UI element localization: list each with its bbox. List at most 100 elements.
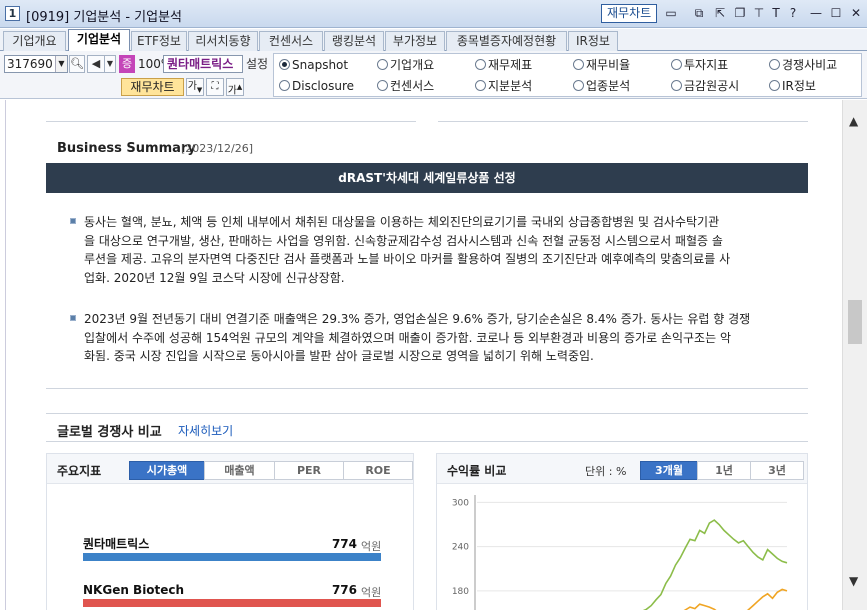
company-name-field[interactable]: 퀀타매트릭스 [163,55,243,73]
minimize-icon[interactable]: — [809,6,823,20]
font-icon[interactable]: T [769,6,783,20]
radio-dot-icon [475,59,486,70]
business-summary-title: Business Summary [57,141,196,156]
radio-company-overview[interactable]: 기업개요 [377,58,434,72]
link-icon[interactable]: ⧉ [692,6,706,20]
radio-label: IR정보 [782,79,816,93]
y-tick-label: 180 [452,587,469,597]
help-icon[interactable]: ? [786,6,800,20]
period-3m[interactable]: 3개월 [640,461,698,480]
radio-label: 재무제표 [488,58,533,72]
tab-ir-info[interactable]: IR정보 [568,31,618,51]
divider [46,441,808,442]
radio-industry-analysis[interactable]: 업종분석 [573,79,630,93]
radio-label: 기업개요 [390,58,435,72]
radio-disclosure[interactable]: Disclosure [279,79,354,93]
scroll-up-icon[interactable]: ▲ [849,114,858,128]
chart-icon[interactable]: ▭ [664,6,678,20]
speaker-dropdown-icon[interactable]: ▼ [104,55,116,73]
radio-financial-ratios[interactable]: 재무비율 [573,58,630,72]
summary-line: 동사는 혈액, 분뇨, 체액 등 인체 내부에서 채취된 대상물을 이용하는 체… [84,215,720,229]
settings-button[interactable]: 설정 [246,55,268,73]
radio-label: 재무비율 [586,58,631,72]
maximize-icon[interactable]: ☐ [829,6,843,20]
radio-ir-info[interactable]: IR정보 [769,79,816,93]
font-size-down-label: 가 [187,81,197,92]
radio-competitor-comparison[interactable]: 경쟁사비교 [769,58,837,72]
summary-line: 업화. 2020년 12월 9일 코스닥 시장에 신규상장함. [84,270,345,285]
window-number-badge: 1 [5,6,20,21]
close-icon[interactable]: ✕ [849,6,863,20]
summary-paragraph-2: 2023년 9월 전년동기 대비 연결기준 매출액은 29.3% 증가, 영업손… [84,310,784,366]
tab-research[interactable]: 리서치동향 [188,31,258,51]
divider [46,121,416,122]
radio-label: 업종분석 [586,79,631,93]
global-comparison-title: 글로벌 경쟁사 비교 [57,425,162,440]
fin-chart-title-button[interactable]: 재무차트 [601,4,658,23]
summary-line: 2023년 9월 전년동기 대비 연결기준 매출액은 29.3% 증가, 영업손… [84,312,751,326]
radio-investment-indicators[interactable]: 투자지표 [671,58,728,72]
radio-dot-icon [279,80,290,91]
window-title: [0919] 기업분석 - 기업분석 [26,10,182,25]
radio-consensus[interactable]: 컨센서스 [377,79,434,93]
radio-snapshot[interactable]: Snapshot [279,58,348,72]
divider [438,121,808,122]
period-1y[interactable]: 1년 [697,461,751,480]
bullet-icon [70,218,76,224]
tab-etf-info[interactable]: ETF정보 [131,31,187,51]
radio-ownership[interactable]: 지분분석 [475,79,532,93]
company-name: 퀀타매트릭스 [83,537,150,551]
bullet-icon [70,315,76,321]
radio-label: 투자지표 [684,58,729,72]
tab-market-cap[interactable]: 시가총액 [129,461,205,480]
scroll-thumb[interactable] [848,300,862,344]
market-cap-bar [83,553,381,561]
stock-code-input[interactable]: 317690 ▼ [4,55,68,73]
scroll-down-icon[interactable]: ▼ [849,574,858,588]
tab-capital-increase[interactable]: 종목별증자예정현황 [446,31,567,51]
speaker-icon[interactable]: ◀ [87,55,105,73]
see-details-link[interactable]: 자세히보기 [178,422,233,439]
chevron-down-icon[interactable]: ▼ [55,56,67,72]
fit-window-icon[interactable]: ⛶ [206,78,224,96]
key-indicators-label: 주요지표 [57,464,102,478]
popout-icon[interactable]: ⇱ [713,6,727,20]
tab-ranking[interactable]: 랭킹분석 [324,31,384,51]
restore-icon[interactable]: ❐ [733,6,747,20]
vertical-scrollbar[interactable]: ▲ ▼ [842,100,867,610]
summary-line: 입찰에서 수주에 성공해 154억원 규모의 계약을 체결하였으며 매출이 증가… [84,330,731,345]
tab-company-analysis[interactable]: 기업분석 [68,29,130,51]
radio-label: Snapshot [292,58,349,72]
font-size-up-button[interactable]: 가▲ [226,78,244,96]
return-comparison-panel: 수익률 비교 단위 : % 3개월 1년 3년 300 240 180 [436,453,808,610]
radio-dot-icon [769,80,780,91]
summary-line: 루션을 제공. 고유의 분자면역 다중진단 검사 플랫폼과 노블 바이오 마커를… [84,252,731,266]
radio-dot-icon [573,80,584,91]
tab-roe[interactable]: ROE [343,461,413,480]
search-icon[interactable]: 🔍︎ [69,55,85,73]
return-chart: 300 240 180 [452,495,788,610]
tab-per[interactable]: PER [274,461,344,480]
radio-dot-icon [377,59,388,70]
key-indicators-header: 주요지표 시가총액 매출액 PER ROE [47,454,413,484]
fin-chart-button[interactable]: 재무차트 [121,78,184,96]
font-size-up-label: 가 [227,85,237,97]
summary-paragraph-1: 동사는 혈액, 분뇨, 체액 등 인체 내부에서 채취된 대상물을 이용하는 체… [84,213,784,287]
pin-icon[interactable]: ⊤ [752,6,766,20]
tab-extra-info[interactable]: 부가정보 [385,31,445,51]
radio-dot-icon [671,59,682,70]
series-layer [642,519,788,610]
main-tab-bar: 기업개요 기업분석 ETF정보 리서치동향 컨센서스 랭킹분석 부가정보 종목별… [0,29,867,51]
radio-dot-icon [279,59,290,70]
tab-consensus[interactable]: 컨센서스 [259,31,323,51]
radio-financial-statements[interactable]: 재무제표 [475,58,532,72]
summary-line: 화됨. 중국 시장 진입을 시작으로 동아시아를 발판 삼아 글로벌 시장으로 … [84,349,594,363]
tab-company-overview[interactable]: 기업개요 [3,31,66,51]
radio-fss-disclosure[interactable]: 금감원공시 [671,79,739,93]
font-size-down-button[interactable]: 가▼ [186,78,204,96]
return-comparison-label: 수익률 비교 [447,464,507,478]
period-3y[interactable]: 3년 [750,461,804,480]
radio-label: 지분분석 [488,79,533,93]
grid-layer: 300 240 180 [452,498,787,597]
tab-revenue[interactable]: 매출액 [204,461,275,480]
